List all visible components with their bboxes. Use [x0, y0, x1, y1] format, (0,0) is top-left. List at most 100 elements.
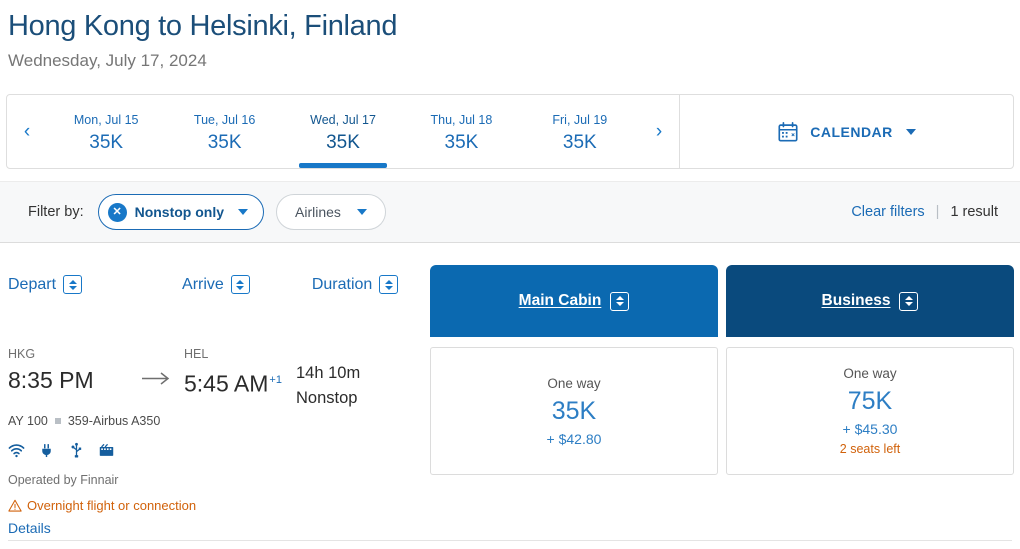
- price-card-business[interactable]: One way 75K + $45.30 2 seats left: [726, 347, 1014, 475]
- date-tab-price: 35K: [207, 131, 242, 153]
- date-strip: ‹ Mon, Jul 15 35K Tue, Jul 16 35K Wed, J…: [6, 94, 1014, 169]
- date-tab-day: Fri, Jul 19: [552, 112, 608, 127]
- date-tab-fri-jul-19[interactable]: Fri, Jul 19 35K: [521, 95, 639, 168]
- price-taxes: + $42.80: [546, 430, 602, 447]
- flight-meta: AY 100 359-Airbus A350: [8, 414, 430, 428]
- aircraft-type: 359-Airbus A350: [67, 414, 161, 428]
- chevron-down-icon: [905, 128, 916, 135]
- result-count: 1 result: [950, 204, 998, 220]
- price-column-main-cabin: One way 35K + $42.80: [430, 337, 718, 536]
- sort-updown-icon: [63, 275, 83, 294]
- next-dates-button[interactable]: ›: [639, 95, 679, 168]
- overnight-warning-text: Overnight flight or connection: [27, 498, 197, 513]
- cabin-header-business[interactable]: Business: [726, 265, 1014, 337]
- date-strip-container: ‹ Mon, Jul 15 35K Tue, Jul 16 35K Wed, J…: [0, 94, 1020, 169]
- seats-left-badge: 2 seats left: [839, 442, 901, 456]
- sort-updown-icon: [899, 291, 919, 311]
- overnight-warning: Overnight flight or connection: [8, 498, 430, 513]
- date-tab-mon-jul-15[interactable]: Mon, Jul 15 35K: [47, 95, 165, 168]
- depart-airport-code: HKG: [8, 347, 36, 361]
- amenities-list: [8, 442, 430, 459]
- filter-bar: Filter by: ✕ Nonstop only Airlines Clear…: [0, 181, 1020, 243]
- sort-updown-icon: [379, 275, 399, 294]
- flight-details: HKG 8:35 PM HEL 5:45 AM+1 14h 10m Nonsto…: [8, 337, 430, 536]
- arrive-segment: HEL 5:45 AM+1: [184, 345, 296, 401]
- date-tab-underline: [181, 163, 269, 168]
- depart-segment: HKG 8:35 PM: [8, 345, 128, 397]
- filter-chip-label: Nonstop only: [134, 204, 225, 220]
- arrive-time-value: 5:45 AM: [184, 370, 269, 397]
- page-subtitle-date: Wednesday, July 17, 2024: [8, 51, 207, 70]
- price-miles: 35K: [551, 396, 597, 425]
- sort-depart-button[interactable]: Depart: [8, 275, 83, 294]
- arrive-time: 5:45 AM+1: [184, 363, 296, 401]
- separator: |: [935, 204, 940, 220]
- date-tab-thu-jul-18[interactable]: Thu, Jul 18 35K: [402, 95, 520, 168]
- trip-type-label: One way: [843, 366, 897, 381]
- warning-triangle-icon: [8, 499, 22, 512]
- flight-stops: Nonstop: [296, 389, 358, 407]
- wifi-icon: [8, 444, 25, 458]
- meta-separator-dot: [54, 417, 61, 424]
- flight-number: AY 100: [8, 414, 48, 428]
- flight-times: HKG 8:35 PM HEL 5:45 AM+1 14h 10m Nonsto…: [8, 345, 430, 411]
- flight-search-results-page: Hong Kong to Helsinki, Finland Wednesday…: [0, 0, 1020, 549]
- date-tab-underline: [62, 163, 150, 168]
- date-scroller: ‹ Mon, Jul 15 35K Tue, Jul 16 35K Wed, J…: [7, 95, 679, 168]
- price-column-business: One way 75K + $45.30 2 seats left: [726, 337, 1014, 536]
- duration-block: 14h 10m Nonstop: [296, 345, 360, 411]
- price-miles: 75K: [847, 387, 893, 415]
- date-tab-underline: [418, 163, 506, 168]
- date-tab-wed-jul-17[interactable]: Wed, Jul 17 35K: [284, 95, 402, 168]
- cabin-header-main-cabin[interactable]: Main Cabin: [430, 265, 718, 337]
- depart-time: 8:35 PM: [8, 367, 94, 393]
- sort-updown-icon: [230, 275, 250, 294]
- sort-depart-label: Depart: [8, 275, 57, 293]
- arrow-right-icon: [128, 345, 184, 386]
- power-outlet-icon: [42, 444, 51, 458]
- flight-result-row: HKG 8:35 PM HEL 5:45 AM+1 14h 10m Nonsto…: [0, 337, 1020, 536]
- sort-duration-label: Duration: [311, 275, 373, 293]
- page-title: Hong Kong to Helsinki, Finland: [8, 10, 398, 42]
- date-tabs: Mon, Jul 15 35K Tue, Jul 16 35K Wed, Jul…: [47, 95, 639, 168]
- arrive-day-offset: +1: [269, 374, 282, 386]
- filter-bar-right: Clear filters | 1 result: [851, 204, 998, 220]
- trip-type-label: One way: [547, 375, 601, 391]
- entertainment-icon: [99, 443, 114, 456]
- sort-duration-button[interactable]: Duration: [311, 275, 399, 294]
- date-tab-underline-selected: [299, 163, 387, 168]
- clear-filters-link[interactable]: Clear filters: [851, 204, 924, 220]
- operated-by-text: Operated by Finnair: [8, 473, 119, 487]
- flight-columns-header: Depart Arrive Duration: [8, 265, 430, 337]
- calendar-button[interactable]: CALENDAR: [680, 95, 1013, 168]
- sort-arrive-label: Arrive: [182, 275, 224, 293]
- sort-updown-icon: [610, 291, 630, 311]
- date-tab-day: Wed, Jul 17: [310, 112, 376, 127]
- date-tab-price: 35K: [562, 131, 597, 153]
- details-link[interactable]: Details: [8, 520, 430, 536]
- date-tab-underline: [536, 163, 624, 168]
- date-tab-day: Tue, Jul 16: [193, 112, 256, 127]
- usb-port-icon: [71, 442, 82, 458]
- prev-dates-button[interactable]: ‹: [7, 95, 47, 168]
- arrive-airport-code: HEL: [184, 347, 209, 361]
- cabin-header-label: Main Cabin: [518, 292, 602, 309]
- date-tab-price: 35K: [444, 131, 479, 153]
- price-taxes: + $45.30: [842, 421, 898, 437]
- row-divider: [8, 540, 1012, 541]
- filter-chip-airlines[interactable]: Airlines: [276, 194, 386, 230]
- flight-duration: 14h 10m: [296, 364, 361, 382]
- cabin-header-label: Business: [821, 292, 891, 309]
- close-x-icon[interactable]: ✕: [107, 202, 127, 222]
- filter-chip-label: Airlines: [295, 204, 341, 220]
- filter-chip-nonstop-only[interactable]: ✕ Nonstop only: [97, 194, 265, 230]
- date-tab-day: Mon, Jul 15: [73, 112, 139, 127]
- sort-arrive-button[interactable]: Arrive: [182, 275, 250, 294]
- date-tab-tue-jul-16[interactable]: Tue, Jul 16 35K: [165, 95, 283, 168]
- date-tab-price: 35K: [326, 131, 360, 153]
- calendar-button-label: CALENDAR: [810, 123, 893, 140]
- page-header: Hong Kong to Helsinki, Finland Wednesday…: [0, 0, 1020, 74]
- price-card-main-cabin[interactable]: One way 35K + $42.80: [430, 347, 718, 475]
- date-tab-day: Thu, Jul 18: [430, 112, 493, 127]
- calendar-icon: [778, 121, 798, 142]
